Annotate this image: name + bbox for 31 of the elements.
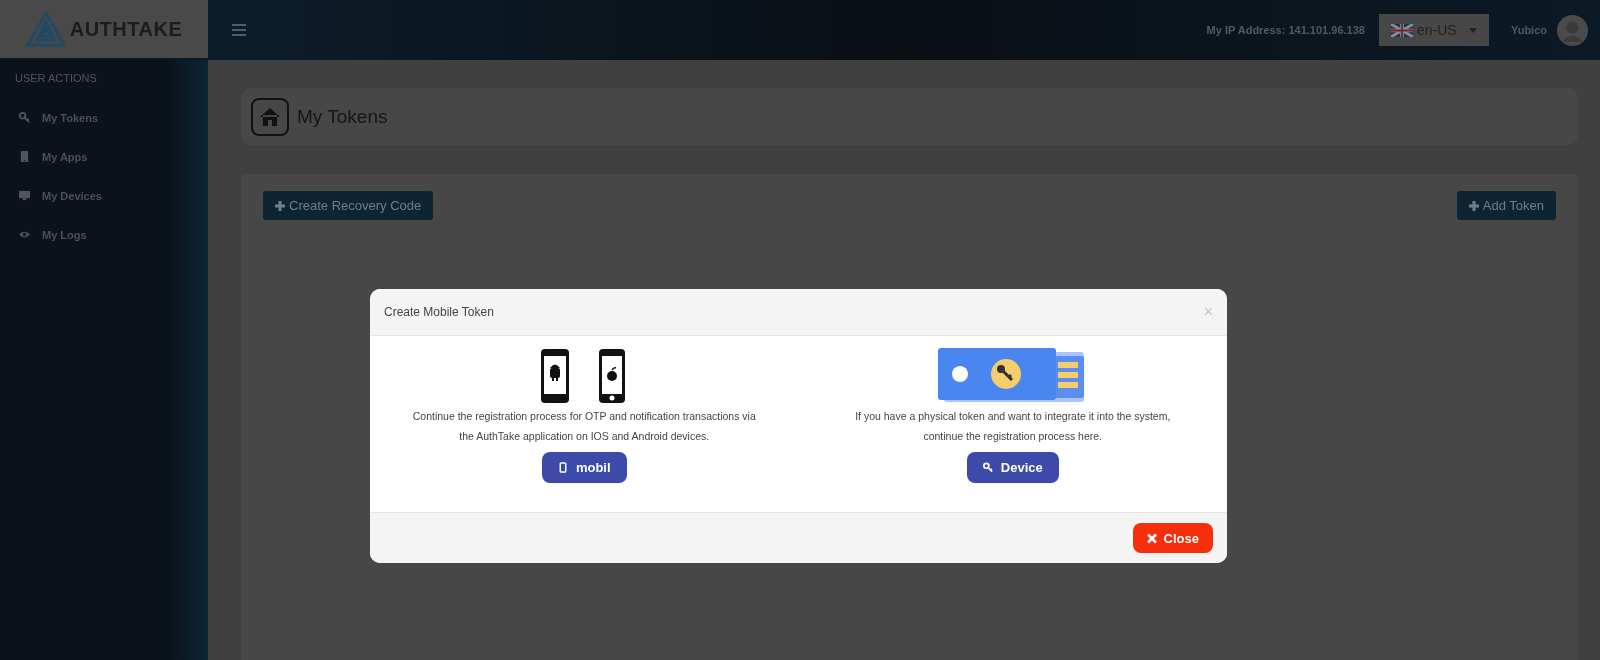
- avatar-icon[interactable]: [1557, 14, 1588, 46]
- logo-icon: [25, 11, 66, 47]
- sidebar-item[interactable]: My Tokens: [0, 98, 208, 137]
- phone-icon: [557, 462, 568, 473]
- flag-icon: [1390, 23, 1413, 37]
- menu-icon[interactable]: [232, 24, 246, 36]
- close-button[interactable]: Close: [1132, 523, 1213, 553]
- option-description: If you have a physical token and want to integrate it into the system, continue the registration process here.: [855, 409, 1171, 444]
- create-recovery-code-button[interactable]: Create Recovery Code: [263, 191, 434, 220]
- home-icon[interactable]: [251, 97, 289, 136]
- option-description: Continue the registration process for OTP and notification transactions via the AuthTake application on IOS and Android devices.: [412, 409, 756, 444]
- plus-icon: [275, 200, 285, 211]
- tablet-icon: [19, 151, 30, 162]
- caret-icon: [1468, 27, 1477, 33]
- close-button[interactable]: ×: [1203, 303, 1213, 321]
- user-name: Yubico: [1510, 24, 1547, 36]
- modal-title: Create Mobile Token: [384, 305, 494, 319]
- sidebar-item[interactable]: My Apps: [0, 137, 208, 176]
- sidebar-item[interactable]: My Devices: [0, 176, 208, 215]
- plus-icon: [1468, 200, 1479, 211]
- eye-icon: [19, 229, 30, 240]
- add-token-button[interactable]: Add Token: [1456, 191, 1556, 220]
- device-button[interactable]: Device: [966, 452, 1059, 483]
- close-icon: [1146, 532, 1157, 544]
- ip-address: My IP Address: 141.101.96.138: [1206, 24, 1365, 36]
- monitor-icon: [19, 190, 30, 201]
- key-icon: [19, 112, 30, 123]
- sidebar-item[interactable]: My Logs: [0, 215, 208, 254]
- mobile-button[interactable]: mobil: [541, 452, 627, 483]
- key-icon: [982, 462, 993, 473]
- sidebar-heading: USER ACTIONS: [14, 72, 98, 86]
